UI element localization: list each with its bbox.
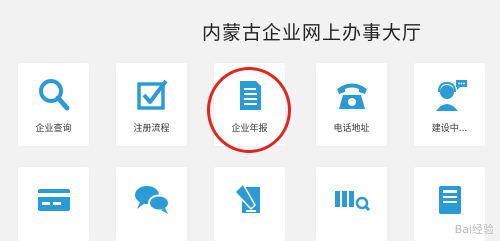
book-icon <box>430 179 470 219</box>
note-pen-icon <box>230 179 270 219</box>
barcode-search-icon <box>332 179 372 219</box>
watermark: Bai经验 <box>454 223 494 236</box>
tile-company-query[interactable]: 企业查询 <box>18 63 89 146</box>
tile-annual-report[interactable]: 企业年报 <box>214 63 285 146</box>
tile-label: 电话地址 <box>333 124 370 134</box>
customer-service-icon <box>430 75 470 115</box>
tile-under-construction[interactable]: 建设中... <box>414 63 485 146</box>
tile-row2-note[interactable] <box>214 167 285 241</box>
tile-row2-search-records[interactable] <box>316 167 387 241</box>
page-title: 内蒙古企业网上办事大厅 <box>202 22 423 44</box>
tile-phone-address[interactable]: 电话地址 <box>316 63 387 146</box>
tile-registration-process[interactable]: 注册流程 <box>116 63 187 146</box>
document-icon <box>230 75 270 115</box>
tile-row2-chat[interactable] <box>116 167 187 241</box>
tile-label: 企业年报 <box>231 124 268 134</box>
tile-label: 企业查询 <box>35 124 72 134</box>
tile-label: 注册流程 <box>133 124 170 134</box>
telephone-icon <box>332 75 372 115</box>
tile-label: 建设中... <box>431 124 468 134</box>
card-icon <box>34 179 74 219</box>
chat-bubbles-icon <box>132 179 172 219</box>
checkbox-icon <box>132 75 172 115</box>
search-icon <box>34 75 74 115</box>
tile-row2-card[interactable] <box>18 167 89 241</box>
